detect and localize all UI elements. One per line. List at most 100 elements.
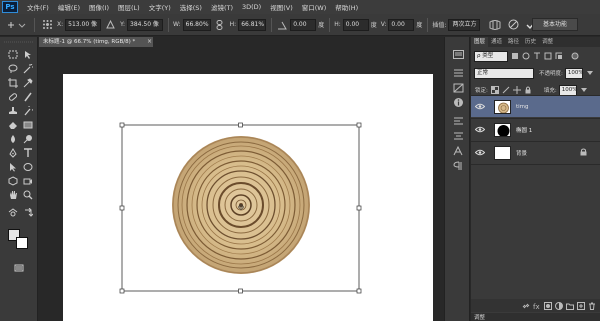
- fill-input[interactable]: 100%: [558, 84, 577, 96]
- cancel-transform-icon[interactable]: [507, 19, 519, 31]
- document-tab[interactable]: 未标题-1 @ 66.7% (timg, RGB/8) *: [39, 37, 153, 47]
- menu-file[interactable]: 文件(F): [27, 2, 49, 12]
- add-mask-icon[interactable]: [544, 301, 552, 310]
- background-color-swatch[interactable]: [16, 237, 28, 249]
- filter-smart-object-icon[interactable]: [555, 52, 563, 60]
- menu-select[interactable]: 选择(S): [180, 2, 202, 12]
- opacity-input[interactable]: 100%: [564, 67, 584, 79]
- link-icon[interactable]: [214, 19, 226, 31]
- footer-tab-label[interactable]: 调整: [474, 313, 485, 321]
- paragraph-styles-icon[interactable]: [452, 160, 464, 171]
- quick-mask-icon[interactable]: [6, 207, 19, 218]
- menu-type[interactable]: 文字(Y): [149, 2, 171, 12]
- marquee-tool-icon[interactable]: [6, 49, 19, 60]
- layer-style-icon[interactable]: fx: [533, 302, 541, 310]
- info-panel-icon[interactable]: [452, 97, 464, 108]
- new-adjustment-icon[interactable]: [555, 301, 563, 310]
- type-tool-icon[interactable]: [21, 147, 34, 158]
- chevron-down-icon[interactable]: [586, 69, 594, 77]
- kind-filter-select[interactable]: ρ 类型: [474, 50, 508, 62]
- filter-type-icon[interactable]: [533, 52, 541, 60]
- dodge-tool-icon[interactable]: [21, 133, 34, 144]
- reference-point-icon[interactable]: [41, 19, 53, 31]
- separator: [271, 17, 273, 32]
- menu-layer[interactable]: 图层(L): [118, 2, 140, 12]
- link-layers-icon[interactable]: [522, 302, 530, 310]
- visibility-eye-icon[interactable]: [474, 125, 485, 135]
- new-layer-icon[interactable]: [577, 301, 585, 310]
- blend-mode-select[interactable]: 正常: [474, 67, 534, 79]
- brush-tool-icon[interactable]: [21, 91, 34, 102]
- shape-tool-icon[interactable]: [21, 161, 34, 172]
- warp-mode-icon[interactable]: [489, 19, 501, 31]
- tab-adjustments[interactable]: 调整: [539, 37, 556, 47]
- crop-tool-icon[interactable]: [6, 77, 19, 88]
- eyedropper-tool-icon[interactable]: [21, 77, 34, 88]
- healing-brush-icon[interactable]: [6, 91, 19, 102]
- history-panel-icon[interactable]: [452, 49, 464, 60]
- interpolation-select[interactable]: 两次立方: [448, 18, 481, 31]
- align-panel-icon[interactable]: [452, 130, 464, 141]
- delta-icon[interactable]: [104, 19, 116, 31]
- lock-pixels-icon[interactable]: [502, 86, 510, 94]
- tab-paths[interactable]: 路径: [505, 37, 522, 47]
- move-tool-icon[interactable]: [21, 49, 34, 60]
- tab-channels[interactable]: 通道: [488, 37, 505, 47]
- delete-layer-icon[interactable]: [588, 302, 596, 310]
- menu-3d[interactable]: 3D(D): [242, 3, 261, 11]
- lock-transparent-icon[interactable]: [490, 86, 499, 94]
- 3d-object-icon[interactable]: [6, 175, 19, 186]
- layer-row-ellipse[interactable]: 椭圆 1: [471, 118, 600, 140]
- filter-adjustment-icon[interactable]: [522, 52, 530, 60]
- tool-preset-picker[interactable]: [3, 18, 29, 32]
- filter-pixel-icon[interactable]: [511, 52, 519, 60]
- lock-position-icon[interactable]: [512, 86, 521, 94]
- vskew-input[interactable]: 0.00: [388, 18, 415, 31]
- history-brush-icon[interactable]: [21, 105, 34, 116]
- menu-edit[interactable]: 编辑(E): [58, 2, 80, 12]
- photoshop-logo: Ps: [2, 1, 18, 13]
- adjustments-panel-icon[interactable]: [452, 82, 464, 93]
- tab-history[interactable]: 历史: [522, 37, 539, 47]
- filter-shape-icon[interactable]: [544, 52, 552, 60]
- layer-row-timg[interactable]: timg: [471, 95, 600, 117]
- screen-mode-icon[interactable]: [12, 262, 25, 273]
- x-input[interactable]: 513.00 像: [65, 18, 102, 31]
- paragraph-panel-icon[interactable]: [452, 115, 464, 126]
- properties-panel-icon[interactable]: [452, 67, 464, 78]
- height-input[interactable]: 66.81%: [238, 18, 267, 31]
- gradient-tool-icon[interactable]: [21, 119, 34, 130]
- lasso-tool-icon[interactable]: [6, 63, 19, 74]
- layer-row-background[interactable]: 背景: [471, 141, 600, 163]
- clone-stamp-icon[interactable]: [6, 105, 19, 116]
- menu-image[interactable]: 图像(I): [89, 2, 109, 12]
- hand-tool-icon[interactable]: [6, 189, 19, 200]
- hskew-input[interactable]: 0.00: [342, 18, 369, 31]
- blur-tool-icon[interactable]: [6, 133, 19, 144]
- character-panel-icon[interactable]: [452, 145, 464, 156]
- 3d-camera-icon[interactable]: [21, 175, 34, 186]
- menu-filter[interactable]: 滤镜(T): [211, 2, 233, 12]
- menu-view[interactable]: 视图(V): [270, 2, 293, 12]
- width-input[interactable]: 66.80%: [182, 18, 211, 31]
- new-group-icon[interactable]: [566, 302, 574, 310]
- tab-layers[interactable]: 图层: [471, 37, 489, 47]
- y-input[interactable]: 384.50 像: [127, 18, 164, 31]
- visibility-eye-icon[interactable]: [474, 102, 485, 112]
- magic-wand-icon[interactable]: [21, 63, 34, 74]
- menu-window[interactable]: 窗口(W): [302, 2, 327, 12]
- rotate-input[interactable]: 0.00: [290, 18, 317, 31]
- pen-tool-icon[interactable]: [6, 147, 19, 158]
- zoom-tool-icon[interactable]: [21, 189, 34, 200]
- eraser-tool-icon[interactable]: [6, 119, 19, 130]
- canvas[interactable]: [63, 74, 433, 321]
- close-document-icon[interactable]: ×: [147, 37, 152, 47]
- swap-colors-icon[interactable]: [21, 207, 34, 218]
- workspace-select[interactable]: 基本功能: [532, 18, 578, 31]
- menu-help[interactable]: 帮助(H): [335, 2, 358, 12]
- path-selection-icon[interactable]: [6, 161, 19, 172]
- filter-toggle-icon[interactable]: [571, 52, 579, 60]
- lock-all-icon[interactable]: [524, 86, 532, 94]
- visibility-eye-icon[interactable]: [474, 148, 485, 158]
- chevron-down-icon[interactable]: [580, 86, 588, 94]
